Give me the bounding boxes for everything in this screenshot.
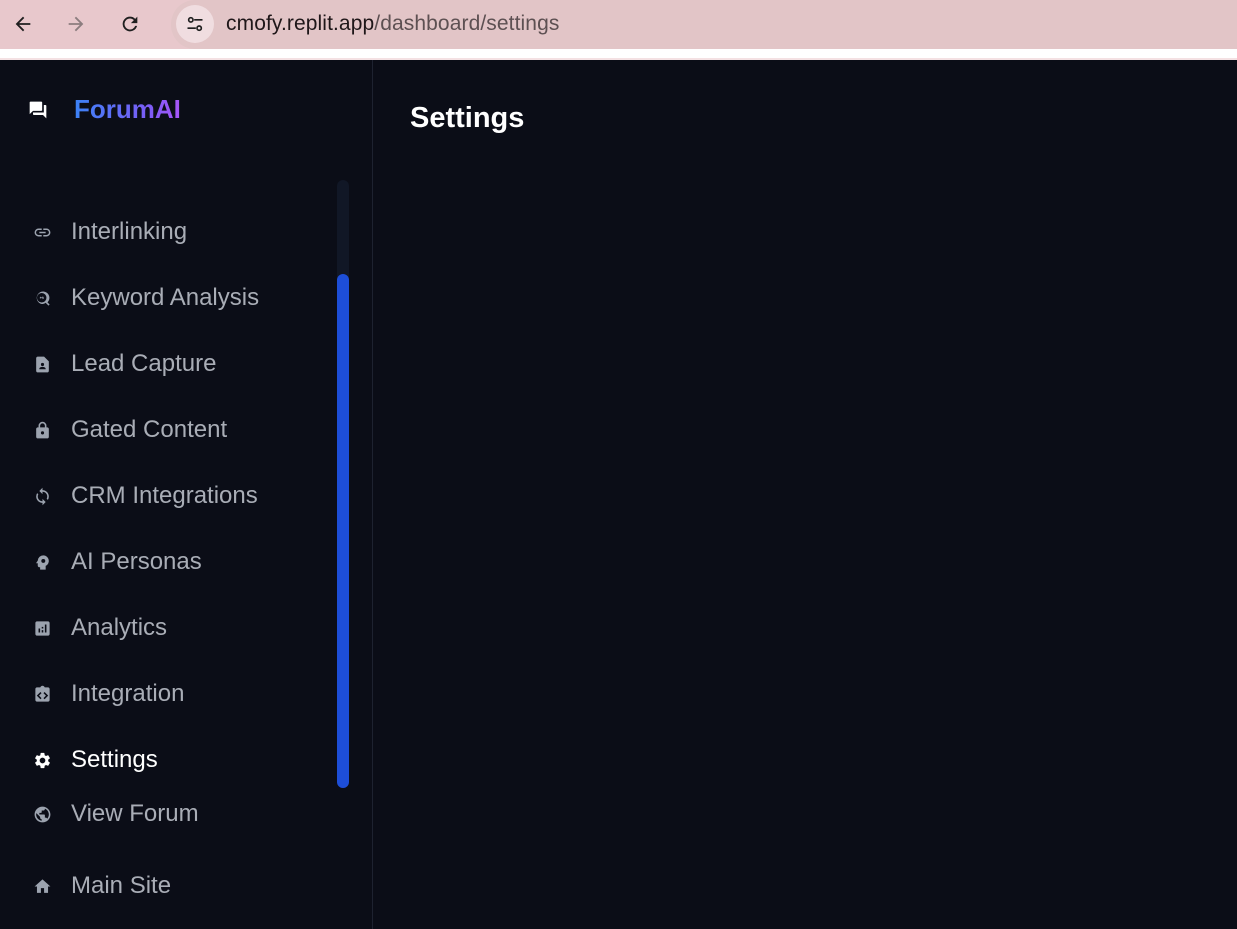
sidebar-item-gated-content[interactable]: Gated Content xyxy=(30,410,227,450)
reload-button[interactable] xyxy=(114,8,146,40)
sidebar-scrollbar-thumb[interactable] xyxy=(337,274,349,788)
sidebar-item-label: Keyword Analysis xyxy=(71,284,260,311)
url-host: cmofy.replit.app xyxy=(226,12,375,35)
sidebar-item-settings[interactable]: Settings xyxy=(30,740,158,780)
sidebar-item-label: Analytics xyxy=(71,614,168,641)
sidebar-item-label: Main Site xyxy=(71,872,172,899)
contact-page-icon xyxy=(30,352,54,376)
browser-toolbar: cmofy.replit.app/dashboard/settings xyxy=(0,0,1237,49)
sidebar-item-view-forum[interactable]: View Forum xyxy=(30,794,199,834)
reload-icon xyxy=(122,16,138,32)
link-icon xyxy=(30,220,54,244)
sidebar-item-label: CRM Integrations xyxy=(71,482,258,509)
brand[interactable]: ForumAI xyxy=(28,94,181,125)
sidebar-item-label: Lead Capture xyxy=(71,350,217,377)
sidebar-item-label: Interlinking xyxy=(71,218,188,245)
forum-icon xyxy=(29,101,47,118)
sidebar-item-ai-personas[interactable]: AI Personas xyxy=(30,542,202,582)
arrow-right-icon xyxy=(68,16,84,32)
main-content: Settings xyxy=(374,60,1237,929)
sidebar-item-label: Settings xyxy=(71,746,158,773)
forward-button[interactable] xyxy=(60,8,92,40)
home-icon xyxy=(30,874,54,898)
psychology-icon xyxy=(30,550,54,574)
back-button[interactable] xyxy=(7,8,39,40)
sync-icon xyxy=(30,484,54,508)
sidebar-item-label: View Forum xyxy=(71,800,199,827)
globe-icon xyxy=(30,802,54,826)
sidebar-item-label: Gated Content xyxy=(71,416,228,443)
page-title: Settings xyxy=(410,102,525,134)
sidebar-item-integration[interactable]: Integration xyxy=(30,674,184,714)
sidebar-item-main-site[interactable]: Main Site xyxy=(30,866,171,906)
url-text[interactable]: cmofy.replit.app/dashboard/settings xyxy=(226,12,559,36)
site-info-button[interactable] xyxy=(176,5,214,43)
gear-icon xyxy=(30,748,54,772)
tune-icon xyxy=(187,16,203,32)
analytics-icon xyxy=(30,616,54,640)
arrow-left-icon xyxy=(15,16,31,32)
sidebar-item-analytics[interactable]: Analytics xyxy=(30,608,167,648)
url-path: /dashboard/settings xyxy=(374,12,560,35)
sidebar-item-interlinking[interactable]: Interlinking xyxy=(30,212,187,252)
integration-icon xyxy=(30,682,54,706)
sidebar-item-keyword-analysis[interactable]: Keyword Analysis xyxy=(30,278,259,318)
search-insights-icon xyxy=(30,286,54,310)
sidebar-item-lead-capture[interactable]: Lead Capture xyxy=(30,344,216,384)
sidebar-item-label: Integration xyxy=(71,680,185,707)
sidebar-item-label: AI Personas xyxy=(71,548,202,575)
brand-name: ForumAI xyxy=(74,94,181,124)
lock-icon xyxy=(30,418,54,442)
sidebar-item-crm-integrations[interactable]: CRM Integrations xyxy=(30,476,258,516)
